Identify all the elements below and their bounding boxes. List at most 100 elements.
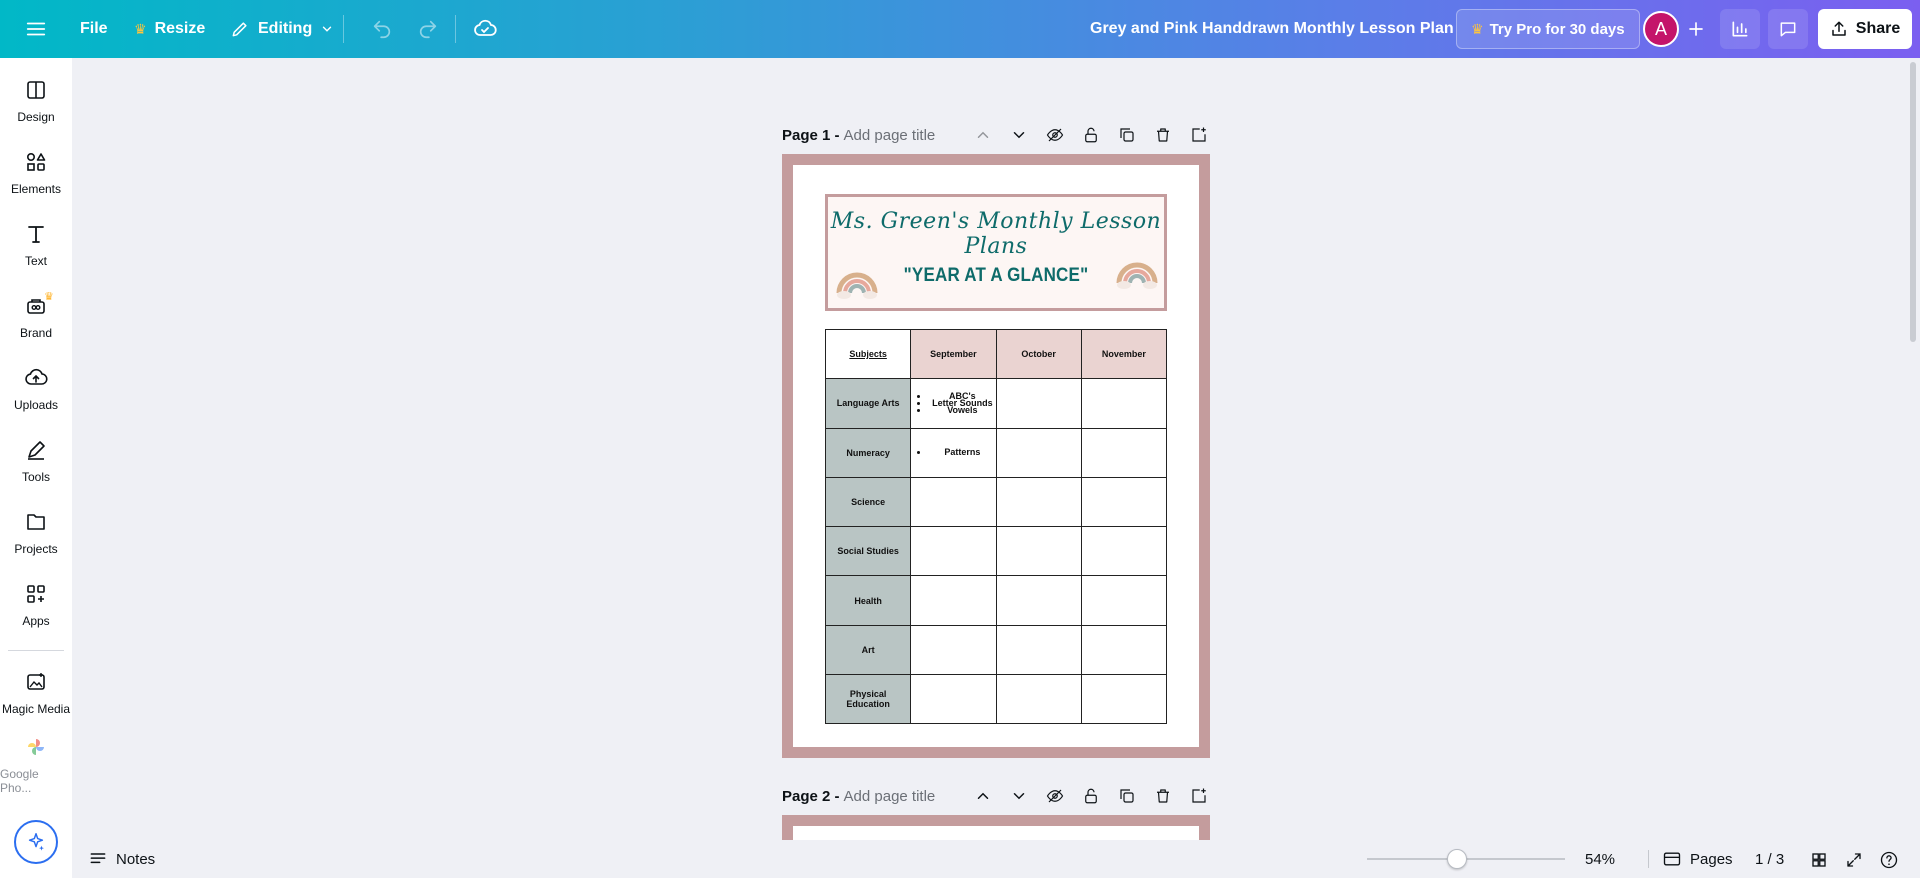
move-page-up-button[interactable]	[972, 124, 994, 146]
grid-view-button[interactable]	[1808, 849, 1830, 871]
page-content: Ms. Green's Monthly Lesson Plans "YEAR A…	[793, 165, 1199, 747]
add-page-button[interactable]	[1188, 124, 1210, 146]
magic-assistant-button[interactable]	[14, 820, 58, 864]
page-2-header: Page 2 - Add page title	[782, 781, 1210, 811]
design-page-1[interactable]: Ms. Green's Monthly Lesson Plans "YEAR A…	[782, 154, 1210, 758]
table-cell	[1080, 575, 1168, 626]
rainbow-icon	[1116, 262, 1158, 289]
hide-page-button[interactable]	[1044, 785, 1066, 807]
lock-icon	[1085, 127, 1097, 143]
comment-icon	[1780, 22, 1796, 37]
crown-icon: ♛	[134, 20, 147, 37]
chevron-down-icon	[323, 26, 332, 32]
zoom-slider-handle[interactable]	[1447, 849, 1467, 869]
toolbar-divider	[455, 15, 456, 43]
sidebar-item-label: Google Pho...	[0, 767, 39, 795]
try-pro-label: Try Pro for 30 days	[1489, 20, 1625, 38]
fullscreen-button[interactable]	[1843, 849, 1865, 871]
move-page-down-button[interactable]	[1008, 785, 1030, 807]
sidebar-item-apps[interactable]: Apps	[0, 570, 72, 640]
pencil-icon	[232, 22, 247, 37]
share-button[interactable]: Share	[1818, 9, 1912, 49]
pages-button[interactable]: Pages	[1662, 840, 1733, 878]
sidebar-item-projects[interactable]: Projects	[0, 498, 72, 568]
try-pro-button[interactable]: ♛ Try Pro for 30 days	[1456, 9, 1640, 49]
lock-page-button[interactable]	[1080, 785, 1102, 807]
table-cell	[910, 526, 997, 577]
resize-button[interactable]: ♛ Resize	[124, 9, 215, 49]
table-cell	[1080, 526, 1168, 577]
duplicate-icon	[1120, 789, 1134, 803]
table-cell	[995, 624, 1082, 676]
duplicate-page-button[interactable]	[1116, 785, 1138, 807]
title-banner[interactable]: Ms. Green's Monthly Lesson Plans "YEAR A…	[825, 194, 1167, 311]
grid-icon	[1812, 853, 1826, 867]
share-label: Share	[1855, 20, 1901, 37]
notes-button[interactable]: Notes	[88, 840, 155, 878]
redo-button[interactable]	[408, 9, 448, 49]
chevron-up-icon	[977, 131, 989, 138]
text-icon	[28, 226, 44, 243]
invite-button[interactable]	[1680, 13, 1712, 45]
design-icon	[27, 81, 45, 99]
row-header-cell: Art	[824, 624, 912, 676]
sidebar-item-label: Brand	[19, 326, 53, 340]
lock-page-button[interactable]	[1080, 124, 1102, 146]
insights-button[interactable]	[1720, 9, 1760, 49]
sidebar-item-label: Magic Media	[1, 702, 71, 716]
table-cell	[1080, 674, 1168, 725]
save-status-button[interactable]	[465, 9, 505, 49]
google-photos-icon	[28, 739, 44, 755]
document-title[interactable]: Grey and Pink Handdrawn Monthly Lesson P…	[1090, 0, 1454, 58]
eye-off-icon	[1046, 128, 1064, 142]
sidebar-divider	[8, 650, 64, 651]
file-menu-button[interactable]: File	[70, 9, 118, 49]
sidebar-item-text[interactable]: Text	[0, 210, 72, 280]
sidebar-item-design[interactable]: Design	[0, 66, 72, 136]
scrollbar-thumb[interactable]	[1910, 62, 1916, 342]
lesson-plan-table[interactable]: Subjects September October November Lang…	[824, 328, 1168, 725]
page-title-input[interactable]: Add page title	[844, 788, 936, 805]
page-title-input[interactable]: Add page title	[844, 127, 936, 144]
sidebar-item-tools[interactable]: Tools	[0, 426, 72, 496]
uploads-icon	[25, 368, 48, 385]
plus-icon	[1689, 22, 1703, 36]
list-item: Patterns	[929, 448, 995, 457]
rainbow-icon	[836, 272, 878, 299]
duplicate-page-button[interactable]	[1116, 124, 1138, 146]
editing-mode-dropdown[interactable]: Editing	[220, 9, 344, 49]
expand-icon	[1847, 853, 1861, 867]
page-1-header: Page 1 - Add page title	[782, 120, 1210, 150]
bottom-toolbar: Notes 54% Pages 1 / 3	[72, 840, 1920, 878]
zoom-level[interactable]: 54%	[1585, 840, 1615, 878]
sidebar-item-magic-media[interactable]: Magic Media	[0, 658, 72, 728]
page-label: Page 2 -	[782, 787, 840, 805]
sidebar-item-google-photos[interactable]: Google Pho...	[0, 730, 72, 800]
sidebar-item-brand[interactable]: Brand ♛	[0, 282, 72, 352]
trash-icon	[1157, 128, 1169, 142]
pages-label: Pages	[1690, 850, 1733, 868]
table-cell	[910, 624, 997, 676]
sidebar-item-uploads[interactable]: Uploads	[0, 354, 72, 424]
projects-icon	[27, 514, 45, 530]
help-button[interactable]	[1878, 849, 1900, 871]
undo-button[interactable]	[362, 9, 402, 49]
hide-page-button[interactable]	[1044, 124, 1066, 146]
avatar[interactable]: A	[1643, 11, 1679, 47]
delete-page-button[interactable]	[1152, 124, 1174, 146]
move-page-up-button[interactable]	[972, 785, 994, 807]
delete-page-button[interactable]	[1152, 785, 1174, 807]
canvas-scrollbar[interactable]	[1908, 58, 1918, 838]
design-page-2[interactable]	[782, 815, 1210, 840]
table-cell	[1080, 476, 1168, 528]
add-page-button[interactable]	[1188, 785, 1210, 807]
comments-button[interactable]	[1768, 9, 1808, 49]
trash-icon	[1157, 789, 1169, 803]
main-menu-button[interactable]	[16, 9, 56, 49]
move-page-down-button[interactable]	[1008, 124, 1030, 146]
row-header-cell: Social Studies	[824, 526, 912, 577]
lock-icon	[1085, 788, 1097, 804]
table-cell	[995, 476, 1082, 528]
sidebar-item-elements[interactable]: Elements	[0, 138, 72, 208]
page-tools	[972, 781, 1210, 811]
